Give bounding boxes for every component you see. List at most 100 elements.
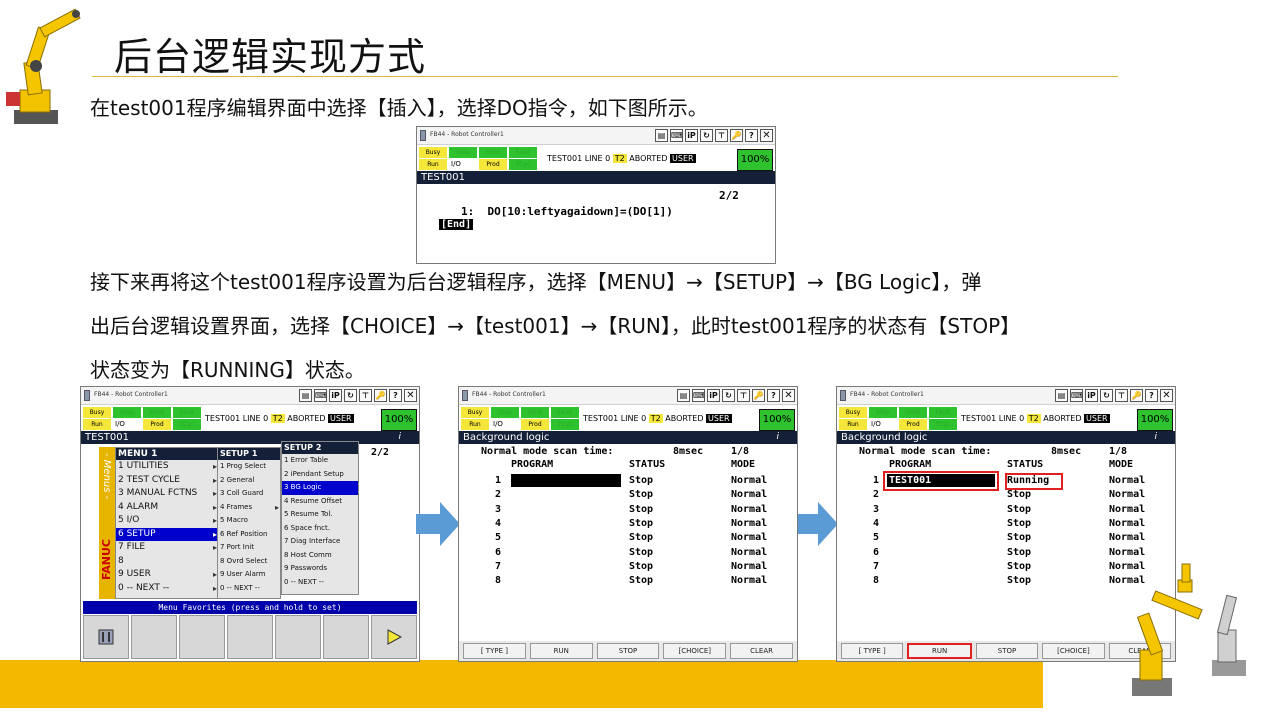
end-marker: [End] bbox=[439, 219, 474, 230]
setup1-item[interactable]: 6 Ref Position bbox=[218, 528, 280, 542]
help-icon[interactable]: ? bbox=[389, 389, 402, 402]
menu1-item[interactable]: 4 ALARM ▸ bbox=[116, 501, 218, 515]
key-icon[interactable]: 🔑 bbox=[1130, 389, 1143, 402]
tree-icon[interactable]: ⊤ bbox=[715, 129, 728, 142]
choice-fkey[interactable]: [CHOICE] bbox=[1042, 643, 1105, 659]
list-icon[interactable]: ▤ bbox=[299, 389, 312, 402]
close-icon[interactable]: ✕ bbox=[1160, 389, 1173, 402]
mode-cell: Normal bbox=[731, 560, 768, 572]
help-icon[interactable]: ? bbox=[1145, 389, 1158, 402]
list-icon[interactable]: ▤ bbox=[655, 129, 668, 142]
menu1-item[interactable]: 3 MANUAL FCTNS ▸ bbox=[116, 487, 218, 501]
setup2-item[interactable]: 1 Error Table bbox=[282, 454, 358, 468]
ip-icon[interactable]: iP bbox=[685, 129, 698, 142]
keyboard-icon[interactable]: ⌨ bbox=[1070, 389, 1083, 402]
keyboard-icon[interactable]: ⌨ bbox=[692, 389, 705, 402]
refresh-icon[interactable]: ↻ bbox=[722, 389, 735, 402]
fault-led: Fault bbox=[929, 407, 957, 418]
tree-icon[interactable]: ⊤ bbox=[1115, 389, 1128, 402]
setup1-item[interactable]: 0 -- NEXT -- bbox=[218, 582, 280, 596]
menu1-item[interactable]: 0 -- NEXT -- ▸ bbox=[116, 582, 218, 596]
setup1-item[interactable]: 4 Frames ▸ bbox=[218, 501, 280, 515]
ip-icon[interactable]: iP bbox=[1085, 389, 1098, 402]
key-icon[interactable]: 🔑 bbox=[374, 389, 387, 402]
setup2-item[interactable]: 4 Resume Offset bbox=[282, 495, 358, 509]
list-icon[interactable]: ▤ bbox=[677, 389, 690, 402]
ip-icon[interactable]: iP bbox=[329, 389, 342, 402]
menu1-item[interactable]: 2 TEST CYCLE ▸ bbox=[116, 474, 218, 488]
robot-arm-icon bbox=[6, 8, 81, 124]
keyboard-icon[interactable]: ⌨ bbox=[670, 129, 683, 142]
setup2-item[interactable]: 9 Passwords bbox=[282, 562, 358, 576]
aborted-text: ABORTED bbox=[287, 414, 326, 423]
run-led: Run bbox=[419, 159, 447, 170]
setup1-item[interactable]: 5 Macro bbox=[218, 514, 280, 528]
override-percent: 100% bbox=[759, 409, 795, 431]
busy-led: Busy bbox=[83, 407, 111, 418]
ip-icon[interactable]: iP bbox=[707, 389, 720, 402]
setup1-item[interactable]: 9 User Alarm bbox=[218, 568, 280, 582]
status-cell: Stop bbox=[1007, 560, 1032, 572]
setup2-item[interactable]: 7 Diag Interface bbox=[282, 535, 358, 549]
busy-led: Busy bbox=[839, 407, 867, 418]
favorite-slot-3[interactable] bbox=[179, 615, 225, 659]
setup2-item[interactable]: 3 BG Logic bbox=[282, 481, 358, 495]
setup1-item[interactable]: 2 General bbox=[218, 474, 280, 488]
play-arrow-icon bbox=[387, 629, 402, 645]
refresh-icon[interactable]: ↻ bbox=[700, 129, 713, 142]
menu1-item[interactable]: 7 FILE ▸ bbox=[116, 541, 218, 555]
clear-fkey[interactable]: CLEAR bbox=[730, 643, 793, 659]
setup1-title: SETUP 1 bbox=[218, 448, 280, 460]
run-fkey[interactable]: RUN bbox=[907, 643, 972, 659]
type-fkey[interactable]: [ TYPE ] bbox=[841, 643, 904, 659]
prod-led: Prod bbox=[521, 419, 549, 430]
close-icon[interactable]: ✕ bbox=[782, 389, 795, 402]
help-icon[interactable]: ? bbox=[767, 389, 780, 402]
refresh-icon[interactable]: ↻ bbox=[1100, 389, 1113, 402]
setup1-item[interactable]: 8 Ovrd Select bbox=[218, 555, 280, 569]
stop-fkey[interactable]: STOP bbox=[596, 643, 660, 659]
menu1-item[interactable]: 5 I/O ▸ bbox=[116, 514, 218, 528]
setup2-item[interactable]: 2 iPendant Setup bbox=[282, 468, 358, 482]
setup2-item[interactable]: 5 Resume Tol. bbox=[282, 508, 358, 522]
override-percent: 100% bbox=[1137, 409, 1173, 431]
setup1-item[interactable]: 3 Coll Guard bbox=[218, 487, 280, 501]
menu1-item[interactable]: 1 UTILITIES ▸ bbox=[116, 460, 218, 474]
setup1-item[interactable]: 1 Prog Select bbox=[218, 460, 280, 474]
favorite-slot-5[interactable] bbox=[275, 615, 321, 659]
menu1-item[interactable]: 8 bbox=[116, 555, 218, 569]
setup1-item[interactable]: 7 Port Init bbox=[218, 541, 280, 555]
run-fkey[interactable]: RUN bbox=[529, 643, 593, 659]
setup2-item[interactable]: 0 -- NEXT -- bbox=[282, 576, 358, 590]
favorites-next-button[interactable] bbox=[371, 615, 417, 659]
help-icon[interactable]: ? bbox=[745, 129, 758, 142]
menu1-item[interactable]: 6 SETUP ▸ bbox=[116, 527, 218, 541]
program-cursor[interactable] bbox=[511, 474, 621, 487]
run-led: Run bbox=[461, 419, 489, 430]
choice-fkey[interactable]: [CHOICE] bbox=[663, 643, 727, 659]
menu-favorites-bar[interactable]: Menu Favorites (press and hold to set) bbox=[83, 601, 417, 614]
setup2-item[interactable]: 6 Space fnct. bbox=[282, 522, 358, 536]
screen-title: TEST001 bbox=[85, 432, 129, 443]
type-fkey[interactable]: [ TYPE ] bbox=[463, 643, 526, 659]
close-icon[interactable]: ✕ bbox=[404, 389, 417, 402]
favorite-slot-4[interactable] bbox=[227, 615, 273, 659]
page-indicator: 1/8 bbox=[731, 446, 750, 457]
t2-badge: T2 bbox=[648, 414, 663, 423]
favorite-slot-6[interactable] bbox=[323, 615, 369, 659]
refresh-icon[interactable]: ↻ bbox=[344, 389, 357, 402]
program-line-1[interactable]: 1: DO[10:leftyagaidown]=(DO[1]) bbox=[461, 205, 673, 218]
favorite-slot-1[interactable] bbox=[83, 615, 129, 659]
close-icon[interactable]: ✕ bbox=[760, 129, 773, 142]
favorite-slot-2[interactable] bbox=[131, 615, 177, 659]
keyboard-icon[interactable]: ⌨ bbox=[314, 389, 327, 402]
list-icon[interactable]: ▤ bbox=[1055, 389, 1068, 402]
stop-fkey[interactable]: STOP bbox=[975, 643, 1039, 659]
menu1-item[interactable]: 9 USER ▸ bbox=[116, 568, 218, 582]
setup2-item[interactable]: 8 Host Comm bbox=[282, 549, 358, 563]
tree-icon[interactable]: ⊤ bbox=[737, 389, 750, 402]
key-icon[interactable]: 🔑 bbox=[752, 389, 765, 402]
tree-icon[interactable]: ⊤ bbox=[359, 389, 372, 402]
key-icon[interactable]: 🔑 bbox=[730, 129, 743, 142]
fault-led: Fault bbox=[173, 407, 201, 418]
